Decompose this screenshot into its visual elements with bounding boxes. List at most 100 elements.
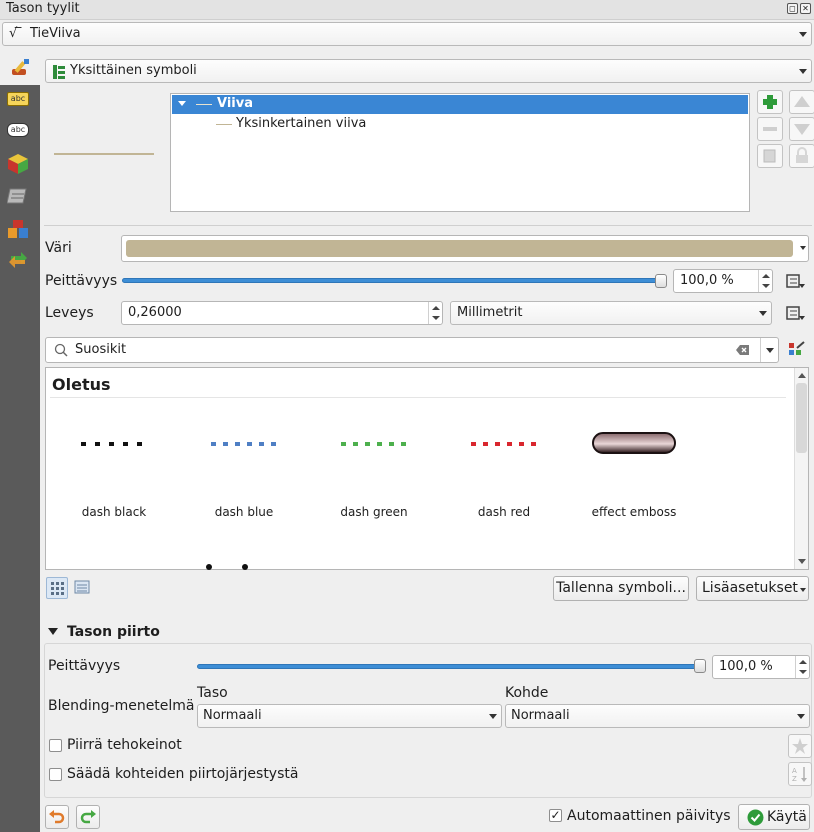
tree-expand-icon[interactable] <box>178 101 186 106</box>
grid-icon <box>51 582 64 595</box>
feature-blend-select[interactable]: Normaali <box>505 704 810 728</box>
history-icon[interactable] <box>7 248 31 270</box>
paintbrush-icon <box>12 59 29 75</box>
color-button[interactable] <box>121 235 809 262</box>
lock-layer-button[interactable] <box>789 144 814 168</box>
masks-icon[interactable]: abc <box>7 123 31 145</box>
data-defined-override-icon[interactable] <box>781 269 807 293</box>
opacity-slider[interactable] <box>122 278 666 283</box>
tree-child-label: Yksinkertainen viiva <box>236 116 367 131</box>
chevron-down-icon <box>797 714 805 719</box>
remove-layer-button[interactable] <box>757 117 783 141</box>
scrollbar-thumb[interactable] <box>796 383 807 453</box>
chevron-down-icon[interactable] <box>800 246 806 250</box>
feature-blend-value: Normaali <box>511 708 570 723</box>
scroll-down-icon[interactable] <box>798 559 806 564</box>
auto-update-label: Automaattinen päivitys <box>567 808 731 824</box>
scroll-up-icon[interactable] <box>798 373 806 378</box>
effects-settings-button[interactable] <box>788 734 812 758</box>
apply-button[interactable]: Käytä <box>738 804 810 830</box>
opacity-label: Peittävyys <box>45 273 118 289</box>
library-symbol[interactable]: effect emboss <box>574 406 694 519</box>
redo-button[interactable] <box>76 805 100 829</box>
symbol-preview <box>54 153 154 155</box>
move-down-button[interactable] <box>789 117 814 141</box>
collapse-icon[interactable] <box>48 628 58 635</box>
advanced-button[interactable]: Lisäasetukset <box>696 576 809 601</box>
symbol-layer-tree: Viiva Yksinkertainen viiva <box>170 93 750 212</box>
symbol-search[interactable]: Suosikit <box>45 337 779 363</box>
chevron-down-icon <box>800 588 806 592</box>
undo-button[interactable] <box>45 805 69 829</box>
add-layer-button[interactable] <box>757 90 783 114</box>
clear-icon[interactable] <box>736 344 750 356</box>
chevron-down-icon[interactable] <box>766 348 774 353</box>
duplicate-layer-button[interactable] <box>757 144 783 168</box>
sidebar-item-symbology[interactable] <box>0 55 40 85</box>
dash-green-symbol <box>341 442 409 446</box>
layer-opacity-slider-handle[interactable] <box>694 659 706 673</box>
list-view-button[interactable] <box>72 577 94 599</box>
library-symbol[interactable]: dash blue <box>184 406 304 519</box>
3d-view-icon[interactable] <box>7 153 31 175</box>
close-icon[interactable]: ✕ <box>800 3 811 14</box>
layer-opacity-value: 100,0 % <box>719 659 773 674</box>
single-symbol-icon <box>53 65 65 79</box>
symbol-library: Oletus dash black dash blue dash green d… <box>45 367 809 570</box>
unit-select[interactable]: Millimetrit <box>450 301 772 325</box>
diagrams-icon[interactable] <box>6 186 31 208</box>
control-order-label: Säädä kohteiden piirtojärjestystä <box>67 766 299 782</box>
layer-opacity-slider[interactable] <box>197 664 702 669</box>
section-title[interactable]: Tason piirto <box>67 624 160 640</box>
layer-blend-select[interactable]: Normaali <box>197 704 502 728</box>
control-order-checkbox[interactable] <box>49 768 62 781</box>
search-icon <box>54 343 68 357</box>
svg-text:A: A <box>792 767 797 775</box>
dash-black-symbol <box>81 442 149 446</box>
symbol-label: dash blue <box>214 505 274 519</box>
labels-icon[interactable]: abc <box>7 92 31 114</box>
draw-effects-checkbox[interactable] <box>49 739 62 752</box>
library-scrollbar[interactable] <box>794 368 808 569</box>
order-settings-button[interactable]: AZ <box>788 762 812 786</box>
width-value: 0,26000 <box>128 305 182 320</box>
dash-red-symbol <box>471 442 539 446</box>
tree-row-root[interactable]: Viiva <box>172 95 748 114</box>
layer-select[interactable]: √ ̅ TieViiva <box>2 22 812 46</box>
tree-row-child[interactable]: Yksinkertainen viiva <box>172 115 748 134</box>
opacity-spinbox[interactable]: 100,0 % <box>673 269 773 293</box>
list-icon <box>74 580 90 594</box>
divider <box>44 225 812 226</box>
tree-root-label: Viiva <box>217 96 253 111</box>
width-spinbox[interactable]: 0,26000 <box>121 301 443 325</box>
library-symbol[interactable]: dash green <box>314 406 434 519</box>
layer-opacity-label: Peittävyys <box>48 658 121 674</box>
dash-blue-symbol <box>211 442 279 446</box>
title-bar: Tason tyylit ◻ ✕ <box>0 0 814 20</box>
layer-opacity-spinbox[interactable]: 100,0 % <box>712 655 810 679</box>
renderer-select[interactable]: Yksittäinen symboli <box>45 59 812 83</box>
library-symbol[interactable]: dash red <box>444 406 564 519</box>
auto-update-checkbox[interactable]: ✓ <box>549 809 562 822</box>
window-title: Tason tyylit <box>6 1 80 16</box>
layer-blend-value: Normaali <box>203 708 262 723</box>
sort-icon: AZ <box>792 767 807 783</box>
float-icon[interactable]: ◻ <box>787 3 798 14</box>
data-defined-override-icon[interactable] <box>781 301 807 325</box>
line-swatch-icon <box>196 104 212 105</box>
blend-layer-label: Taso <box>197 685 228 701</box>
line-swatch-icon <box>216 124 232 125</box>
save-symbol-button[interactable]: Tallenna symboli... <box>553 576 689 601</box>
color-label: Väri <box>45 240 72 256</box>
library-symbol[interactable]: dash black <box>54 406 174 519</box>
fields-icon[interactable] <box>7 218 31 240</box>
blending-label: Blending-menetelmä <box>48 698 195 714</box>
style-manager-icon[interactable] <box>786 340 808 360</box>
move-up-button[interactable] <box>789 90 814 114</box>
opacity-slider-handle[interactable] <box>655 274 667 288</box>
symbol-label: dash green <box>340 505 408 519</box>
icon-view-button[interactable] <box>46 577 68 599</box>
draw-effects-label: Piirrä tehokeinot <box>67 737 182 753</box>
chevron-down-icon <box>759 311 767 316</box>
effect-emboss-symbol <box>592 432 676 454</box>
